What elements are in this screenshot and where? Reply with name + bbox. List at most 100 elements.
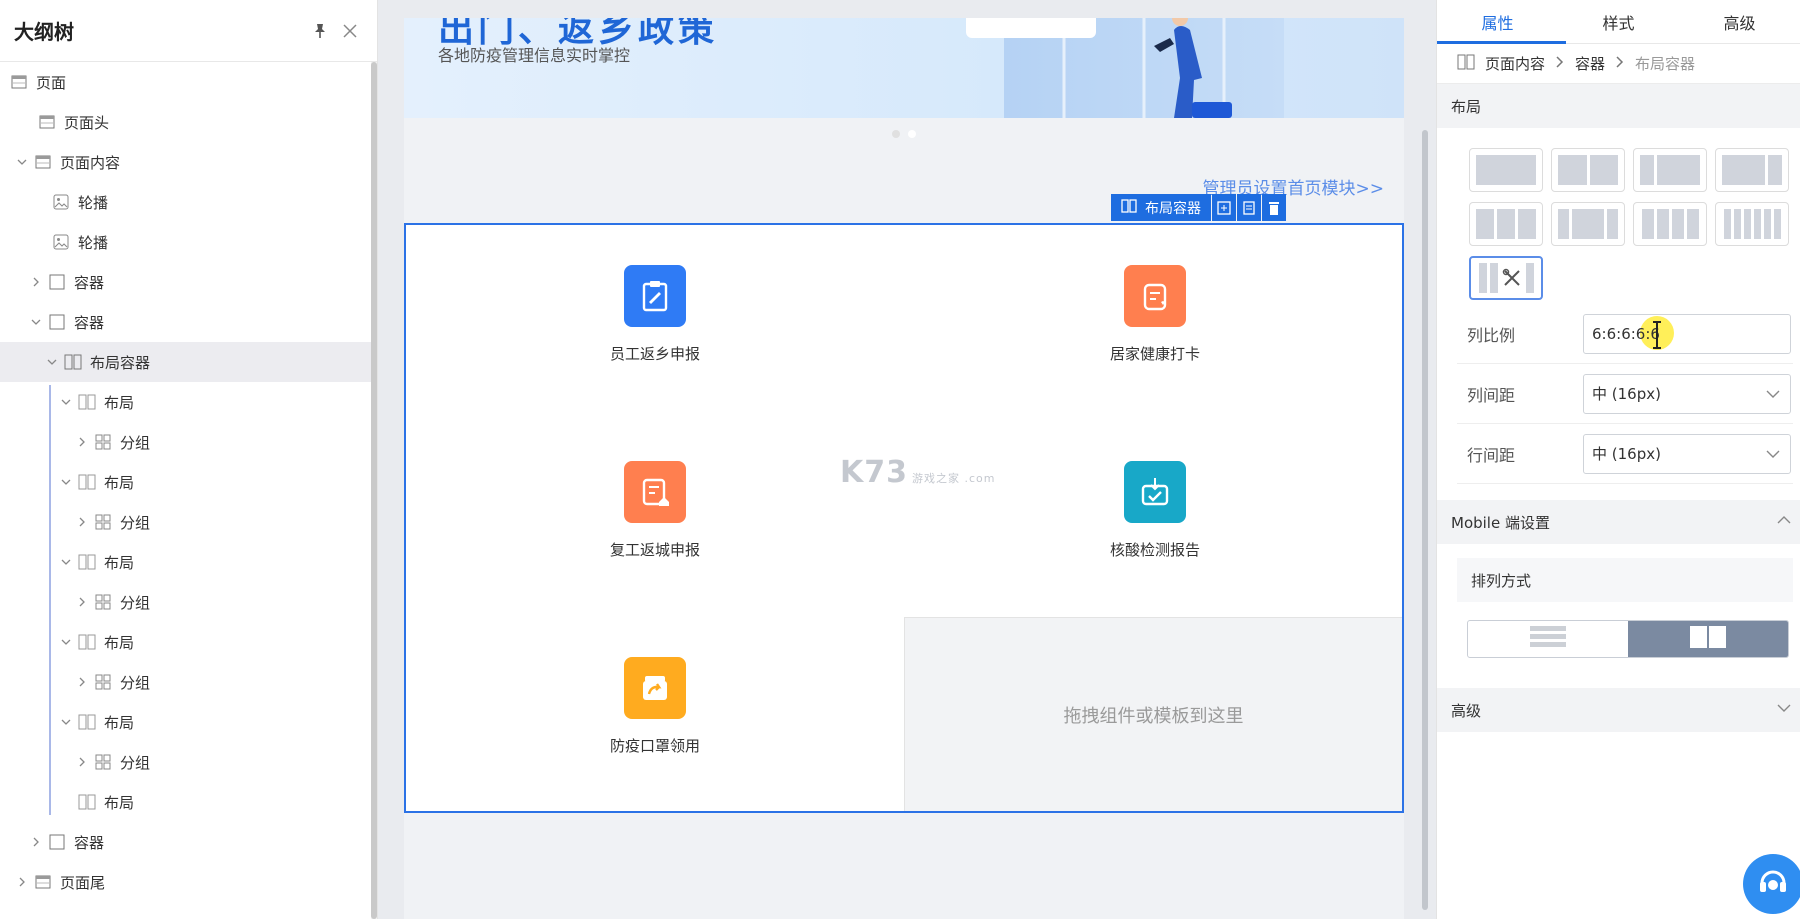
page-preview: 出门、返乡政策 各地防疫管理信息实时掌控 管理员设置首页模块>> 布局容器 K7… <box>404 18 1404 919</box>
test-report-icon <box>1124 461 1186 523</box>
scrollbar-thumb[interactable] <box>371 62 377 919</box>
carousel-dot[interactable] <box>892 130 900 138</box>
tree-node-layout-container[interactable]: 布局容器 <box>0 342 372 382</box>
chevron-down-icon[interactable] <box>58 714 74 730</box>
chevron-down-icon[interactable] <box>58 634 74 650</box>
grid-item[interactable]: 核酸检测报告 <box>1055 461 1255 560</box>
pin-icon[interactable] <box>307 18 333 44</box>
arrange-columns-option[interactable] <box>1628 621 1788 657</box>
tree-node-layout[interactable]: 布局 <box>0 702 372 742</box>
grid-item[interactable]: 居家健康打卡 <box>1055 265 1255 364</box>
outline-header: 大纲树 <box>0 0 377 62</box>
chevron-right-icon[interactable] <box>28 274 44 290</box>
tree-node-container[interactable]: 容器 <box>0 302 372 342</box>
row-gap-value: 中 (16px) <box>1592 445 1661 463</box>
tree-node-carousel[interactable]: 轮播 <box>0 222 372 262</box>
col-gap-select[interactable]: 中 (16px) <box>1583 373 1791 414</box>
tree-node-group[interactable]: 分组 <box>0 422 372 462</box>
watermark: K73 游戏之家 .com <box>840 455 996 490</box>
layout-preset-3col[interactable] <box>1469 202 1543 246</box>
carousel-dot-active[interactable] <box>908 130 916 138</box>
delete-icon[interactable] <box>1262 194 1286 221</box>
tree-node-layout[interactable]: 布局 <box>0 622 372 662</box>
layout-preset-2col[interactable] <box>1551 148 1625 192</box>
col-ratio-input[interactable]: 6:6:6:6:6 <box>1583 313 1791 354</box>
tab-advanced[interactable]: 高级 <box>1679 0 1800 43</box>
tree-node-group[interactable]: 分组 <box>0 502 372 542</box>
chevron-right-icon[interactable] <box>74 434 90 450</box>
arrange-stacked-option[interactable] <box>1468 621 1628 657</box>
tree-node-container[interactable]: 容器 <box>0 262 372 302</box>
layout-container[interactable]: K73 游戏之家 .com 员工返乡申报 居家健康打卡 复工返城申报 核酸检测报告… <box>404 223 1404 813</box>
tab-properties[interactable]: 属性 <box>1437 0 1558 43</box>
chevron-right-icon <box>1555 55 1565 72</box>
tree-node-group[interactable]: 分组 <box>0 662 372 702</box>
tree-node-label: 页面头 <box>64 113 110 132</box>
design-canvas[interactable]: 出门、返乡政策 各地防疫管理信息实时掌控 管理员设置首页模块>> 布局容器 K7… <box>378 0 1436 919</box>
tree-node-group[interactable]: 分组 <box>0 582 372 622</box>
page-footer-icon <box>34 873 52 891</box>
chevron-right-icon[interactable] <box>74 594 90 610</box>
col-gap-value: 中 (16px) <box>1592 385 1661 403</box>
layout-preset-1-3[interactable] <box>1633 148 1707 192</box>
drop-zone[interactable]: 拖拽组件或模板到这里 <box>904 617 1402 811</box>
tree-node-page-content[interactable]: 页面内容 <box>0 142 372 182</box>
layout-preset-6col[interactable] <box>1715 202 1789 246</box>
layout-preset-1col[interactable] <box>1469 148 1543 192</box>
grid-item[interactable]: 复工返城申报 <box>555 461 755 560</box>
mobile-section-header[interactable]: Mobile 端设置 <box>1437 500 1800 544</box>
advanced-section-title: 高级 <box>1451 701 1482 720</box>
chevron-right-icon[interactable] <box>74 514 90 530</box>
breadcrumb-item[interactable]: 容器 <box>1575 53 1605 74</box>
tree-node-label: 容器 <box>74 833 105 852</box>
chevron-right-icon[interactable] <box>28 834 44 850</box>
carousel-dots[interactable] <box>404 130 1404 138</box>
chevron-right-icon[interactable] <box>74 674 90 690</box>
chevron-right-icon[interactable] <box>14 874 30 890</box>
columns-icon <box>1690 626 1726 652</box>
tree-node-group[interactable]: 分组 <box>0 742 372 782</box>
chevron-down-icon[interactable] <box>14 154 30 170</box>
mobile-section-title: Mobile 端设置 <box>1451 513 1550 532</box>
breadcrumb-item[interactable]: 页面内容 <box>1485 53 1545 74</box>
tree-node-label: 布局 <box>104 473 135 492</box>
layout-preset-1-2-1[interactable] <box>1551 202 1625 246</box>
selected-component-label[interactable]: 布局容器 <box>1111 194 1211 221</box>
layout-preset-custom[interactable] <box>1469 256 1543 300</box>
layout-preset-4col[interactable] <box>1633 202 1707 246</box>
rows-icon <box>1530 626 1566 652</box>
outline-scrollbar[interactable] <box>371 62 377 919</box>
tree-node-layout[interactable]: 布局 <box>0 382 372 422</box>
tree-node-page-header[interactable]: 页面头 <box>0 102 372 142</box>
chevron-down-icon[interactable] <box>58 474 74 490</box>
chevron-down-icon[interactable] <box>28 314 44 330</box>
chevron-down-icon[interactable] <box>58 394 74 410</box>
tree-node-page[interactable]: 页面 <box>0 62 372 102</box>
grid-item[interactable]: 员工返乡申报 <box>555 265 755 364</box>
tab-style[interactable]: 样式 <box>1558 0 1679 43</box>
customer-service-button[interactable] <box>1743 854 1800 914</box>
grid-item-label: 员工返乡申报 <box>609 345 700 363</box>
copy-icon[interactable] <box>1237 194 1261 221</box>
layout-preset-3-1[interactable] <box>1715 148 1789 192</box>
chevron-down-icon[interactable] <box>58 554 74 570</box>
tree-node-layout[interactable]: 布局 <box>0 542 372 582</box>
columns-icon <box>64 353 82 371</box>
tree-node-carousel[interactable]: 轮播 <box>0 182 372 222</box>
group-icon <box>94 433 112 451</box>
grid-item-label: 复工返城申报 <box>609 541 700 559</box>
tree-node-layout[interactable]: 布局 <box>0 782 372 822</box>
tree-node-container[interactable]: 容器 <box>0 822 372 862</box>
close-icon[interactable] <box>337 18 363 44</box>
tree-node-page-footer[interactable]: 页面尾 <box>0 862 372 902</box>
carousel-banner[interactable]: 出门、返乡政策 各地防疫管理信息实时掌控 <box>404 18 1404 118</box>
grid-item-label: 居家健康打卡 <box>1109 345 1200 363</box>
add-child-icon[interactable] <box>1212 194 1236 221</box>
tree-node-layout[interactable]: 布局 <box>0 462 372 502</box>
chevron-right-icon[interactable] <box>74 754 90 770</box>
grid-item[interactable]: 防疫口罩领用 <box>555 657 755 756</box>
chevron-down-icon[interactable] <box>44 354 60 370</box>
row-gap-select[interactable]: 中 (16px) <box>1583 433 1791 474</box>
canvas-scrollbar[interactable] <box>1422 130 1428 910</box>
advanced-section-header[interactable]: 高级 <box>1437 688 1800 732</box>
